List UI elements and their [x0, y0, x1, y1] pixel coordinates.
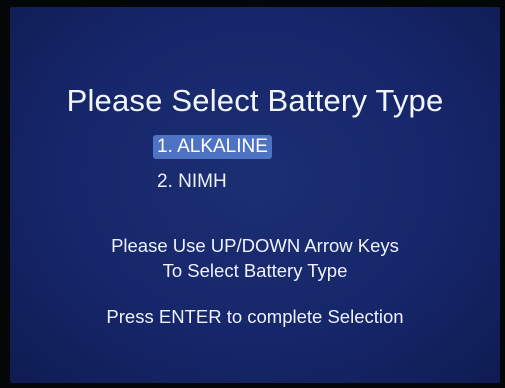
menu-option-alkaline[interactable]: 1. ALKALINE [153, 135, 272, 159]
lcd-screen: Please Select Battery Type 1. ALKALINE 2… [10, 7, 500, 383]
instructions-text: Please Use UP/DOWN Arrow Keys To Select … [10, 233, 500, 283]
device-bezel: Please Select Battery Type 1. ALKALINE 2… [0, 0, 505, 388]
menu-option-nimh[interactable]: 2. NIMH [153, 170, 231, 194]
page-title: Please Select Battery Type [66, 83, 444, 118]
enter-instruction: Press ENTER to complete Selection [106, 306, 404, 327]
battery-type-menu: 1. ALKALINE 2. NIMH [153, 135, 272, 205]
instructions-line-2: To Select Battery Type [162, 260, 348, 281]
instructions-line-1: Please Use UP/DOWN Arrow Keys [111, 235, 399, 256]
